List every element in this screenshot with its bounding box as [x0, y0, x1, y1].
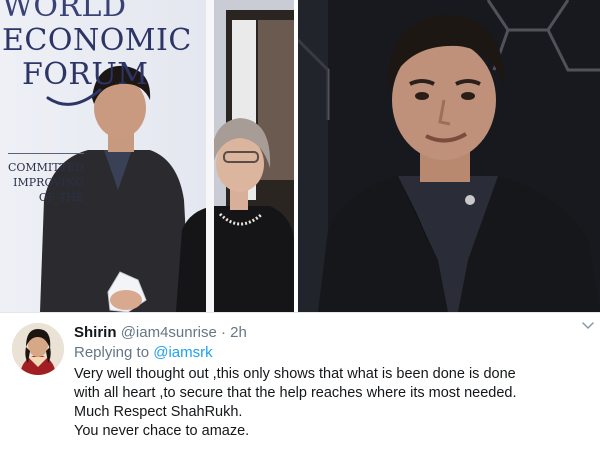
- user-handle[interactable]: @iam4sunrise: [121, 324, 217, 341]
- banner-line-2: IMPROVING: [13, 176, 84, 189]
- avatar-image: [12, 323, 64, 375]
- photo-right-portrait: [298, 0, 600, 312]
- tweet-text-line: with all heart ,to secure that the help …: [74, 385, 517, 401]
- portrait-illustration: [298, 0, 600, 312]
- committed-banner: COMMITTED IMPROVING OF THE: [0, 160, 84, 205]
- banner-line-3: OF THE: [38, 191, 84, 204]
- reply-tweet[interactable]: Shirin @iam4sunrise · 2h Replying to @ia…: [0, 312, 600, 451]
- tweet-text-line: You never chace to amaze.: [74, 423, 250, 439]
- photo-left-event: WORLD ECONOMIC FORUM COMMITTED IMPROVING…: [0, 0, 294, 312]
- banner-rule: [8, 153, 84, 154]
- display-name[interactable]: Shirin: [74, 324, 117, 341]
- timestamp[interactable]: 2h: [230, 324, 247, 341]
- replying-to-label: Replying to: [74, 344, 150, 361]
- tweet-text-line: Very well thought out ,this only shows t…: [74, 366, 516, 382]
- tweet-text-line: Much Respect ShahRukh.: [74, 404, 243, 420]
- tweet-text: Very well thought out ,this only shows t…: [74, 365, 594, 441]
- wef-logo-line-economic: ECONOMIC: [2, 23, 192, 58]
- tweet-body: Shirin @iam4sunrise · 2h Replying to @ia…: [74, 323, 594, 441]
- separator-dot: ·: [220, 324, 226, 341]
- banner-line-1: COMMITTED: [7, 161, 84, 174]
- replying-to-mention-link[interactable]: @iamsrk: [153, 344, 212, 361]
- tweet-header: Shirin @iam4sunrise · 2h: [74, 323, 594, 342]
- avatar[interactable]: [12, 323, 64, 375]
- wef-logo-line-world: WORLD: [2, 0, 127, 24]
- replying-to: Replying to @iamsrk: [74, 343, 594, 363]
- photo-collage: WORLD ECONOMIC FORUM COMMITTED IMPROVING…: [0, 0, 600, 312]
- wef-swoosh-icon: [46, 88, 102, 106]
